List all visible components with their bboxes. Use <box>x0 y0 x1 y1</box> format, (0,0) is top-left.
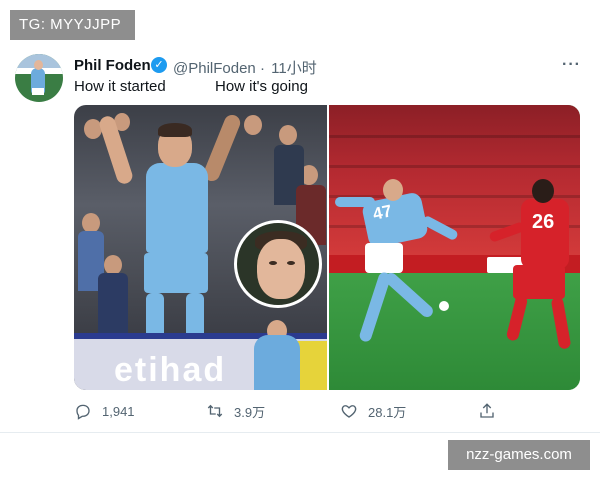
share-button[interactable] <box>478 396 506 426</box>
photo-city-vs-liverpool-action-icon[interactable]: 47 26 <box>329 105 580 390</box>
player-47-shorts <box>365 243 403 273</box>
crowd-face <box>244 115 262 135</box>
player-26-shirt <box>521 199 569 269</box>
crowd-face <box>279 125 297 145</box>
tweet-text-left: How it started <box>74 78 166 95</box>
player-hair <box>158 123 192 137</box>
retweet-button[interactable]: 3.9万 <box>206 396 265 426</box>
author-handle[interactable]: @PhilFoden <box>173 60 256 77</box>
like-button[interactable]: 28.1万 <box>340 396 406 426</box>
inset-eye <box>269 261 277 265</box>
reply-count: 1,941 <box>102 403 135 419</box>
divider <box>0 432 600 433</box>
board-lettering: etihad <box>114 351 227 389</box>
top-overlay-badge: TG: MYYJJPP <box>10 10 135 40</box>
crowd-face <box>104 255 122 275</box>
reply-button[interactable]: 1,941 <box>74 396 135 426</box>
bottom-watermark: nzz-games.com <box>448 440 590 470</box>
player-26-head <box>532 179 554 203</box>
photo-city-player-celebrating-icon[interactable]: etihad <box>74 105 327 390</box>
tweet-timestamp[interactable]: 11小时 <box>271 60 317 77</box>
crowd-shirt <box>98 273 128 333</box>
ellipsis-icon[interactable]: ··· <box>562 56 581 74</box>
inset-eye <box>287 261 295 265</box>
like-icon <box>341 405 357 418</box>
stand-row <box>329 165 580 168</box>
tweet-text-right: How it's going <box>215 78 308 95</box>
player-26-number: 26 <box>532 211 555 233</box>
inset-face <box>257 239 305 299</box>
player-shorts <box>144 253 208 293</box>
player-47-number: 47 <box>371 201 394 224</box>
like-count: 28.1万 <box>368 404 407 420</box>
tweet-action-bar: 1,941 3.9万 28.1万 <box>0 396 600 426</box>
author-handle-line: @PhilFoden · 11小时 <box>173 57 317 78</box>
retweet-count: 3.9万 <box>234 404 266 420</box>
reply-icon <box>76 404 90 420</box>
player-47-head <box>383 179 403 201</box>
stand-row <box>329 135 580 138</box>
share-icon <box>480 403 494 418</box>
football <box>439 301 449 311</box>
boy-shirt <box>254 335 300 390</box>
retweet-icon <box>207 404 223 418</box>
avatar-shorts <box>32 88 44 95</box>
crowd-face <box>82 213 100 233</box>
player-shirt <box>146 163 208 253</box>
tweet-media-grid: etihad 47 26 <box>74 105 580 390</box>
handle-separator: · <box>259 60 265 77</box>
player-26-shorts <box>513 265 565 299</box>
author-name[interactable]: Phil Foden <box>74 57 151 74</box>
inset-face-circle <box>234 220 322 308</box>
verified-badge-icon: ✓ <box>151 57 167 73</box>
avatar[interactable] <box>15 54 63 102</box>
avatar-head <box>34 60 43 70</box>
